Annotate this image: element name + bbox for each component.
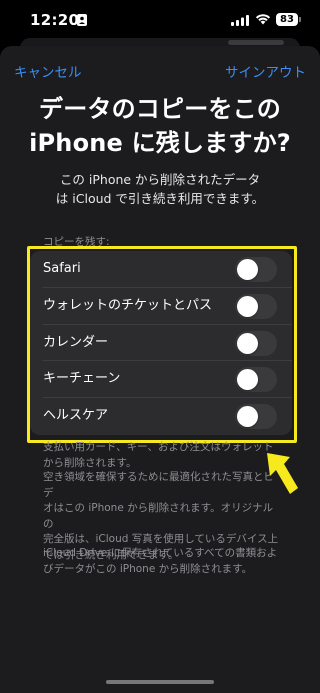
footnote-line: iCloud Drive に保存されているすべての書類およ [43,547,278,559]
wifi-icon [255,14,271,25]
page-subtitle: この iPhone から削除されたデータ は iCloud で引き続き利用できま… [20,170,300,208]
sign-out-button[interactable]: サインアウト [225,61,306,81]
footnote-line: 支払い用カード、キー、および注文はウォレット [43,441,274,453]
list-item-safari[interactable]: Safari [30,251,292,288]
section-header: コピーを残す: [43,236,110,248]
cancel-button[interactable]: キャンセル [14,61,82,81]
toggle-knob [237,295,258,317]
page-title-line-1: データのコピーをこの [39,95,281,123]
keep-copy-list: Safari ウォレットのチケットとパス カレンダー キーチェーン ヘルスケア [30,251,292,435]
calendar-toggle[interactable] [235,330,277,356]
footnote-line: オはこの iPhone から削除されます。オリジナルの [43,502,274,530]
health-toggle[interactable] [235,404,277,430]
list-item-label: ウォレットのチケットとパス [43,297,213,313]
footnote-line: から削除されます。 [43,456,137,469]
list-item-calendar[interactable]: カレンダー [30,325,292,362]
list-item-wallet[interactable]: ウォレットのチケットとパス [30,288,292,325]
cellular-signal-icon [231,15,249,26]
list-item-label: Safari [43,261,81,276]
arrow-up-left-icon [267,453,298,494]
keychain-toggle[interactable] [235,367,277,393]
page-title-line-2: iPhone に残しますか? [29,129,291,157]
page-subtitle-line-2: は iCloud で引き続き利用できます。 [55,191,265,206]
footnote-line: びデータがこの iPhone から削除されます。 [43,562,253,575]
list-item-label: カレンダー [43,334,109,350]
status-time: 12:20 [30,11,80,29]
screen: 12:20 83 キャンセル サインアウト データのコピーをこの iPhone … [0,0,320,693]
toggle-knob [237,259,258,280]
battery-tip [299,17,301,22]
person-badge-icon [77,14,87,26]
toggle-knob [237,406,258,428]
toggle-knob [237,332,258,354]
battery-icon: 83 [276,13,298,26]
list-item-label: ヘルスケア [43,408,109,424]
toggle-knob [237,369,258,391]
safari-toggle[interactable] [235,257,277,282]
home-indicator [106,680,214,684]
icloud-drive-footnote: iCloud Drive に保存されているすべての書類およ びデータがこの iP… [43,546,283,577]
footnote-line: 空き領域を確保するために最適化された写真とビデ [43,471,274,499]
page-title: データのコピーをこの iPhone に残しますか? [0,92,320,160]
wallet-toggle[interactable] [235,293,277,319]
list-item-label: キーチェーン [43,371,121,387]
background-sheet-grabber [228,40,284,45]
list-item-health[interactable]: ヘルスケア [30,398,292,435]
page-subtitle-line-1: この iPhone から削除されたデータ [59,172,261,187]
list-item-keychain[interactable]: キーチェーン [30,361,292,399]
wallet-footnote: 支払い用カード、キー、および注文はウォレット から削除されます。 [43,440,283,471]
modal-sheet: キャンセル サインアウト データのコピーをこの iPhone に残しますか? こ… [0,46,320,693]
status-bar: 12:20 83 [0,0,320,40]
